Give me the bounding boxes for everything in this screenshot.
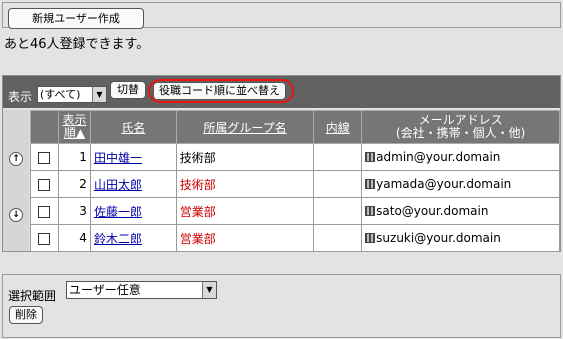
range-select[interactable]: ユーザー任意 ▼ (66, 281, 217, 299)
user-name-link[interactable]: 鈴木二郎 (94, 232, 142, 246)
row-extension (313, 224, 363, 252)
row-order: 4 (57, 224, 91, 252)
row-order: 2 (57, 170, 91, 198)
row-group: 営業部 (175, 224, 315, 252)
show-filter-select[interactable]: (すべて) ▼ (37, 86, 107, 103)
show-label: 表示 (8, 90, 33, 104)
group-column-header[interactable]: 所属グループ名 (175, 110, 315, 144)
select-column-header (30, 110, 59, 144)
move-up-icon[interactable]: ↑ (9, 152, 23, 166)
table-header-row: 表示順▲ 氏名 所属グループ名 内線 メールアドレス (会社・携帯・個人・他) (30, 110, 560, 144)
building-icon (365, 152, 376, 162)
bulk-action-panel: 選択範囲 ユーザー任意 ▼ 削除 (2, 274, 561, 338)
top-bar: 新規ユーザー作成 (2, 2, 561, 29)
user-name-link[interactable]: 山田太郎 (94, 178, 142, 192)
order-column-header[interactable]: 表示順▲ (57, 110, 91, 144)
building-icon (365, 233, 376, 243)
row-order: 3 (57, 197, 91, 225)
user-name-link[interactable]: 佐藤一郎 (94, 205, 142, 219)
row-email: suzuki@your.domain (376, 231, 501, 245)
building-icon (365, 206, 376, 216)
new-user-button[interactable]: 新規ユーザー作成 (8, 8, 144, 29)
remaining-count-text: あと46人登録できます。 (4, 37, 150, 52)
show-filter-value: (すべて) (40, 88, 81, 101)
list-toolbar: 表示 (すべて) ▼ 切替 役職コード順に並べ替え (3, 76, 560, 108)
row-extension (313, 197, 363, 225)
row-group: 技術部 (175, 170, 315, 198)
sort-by-position-button[interactable]: 役職コード順に並べ替え (153, 82, 286, 100)
range-value: ユーザー任意 (69, 283, 141, 297)
chevron-down-icon[interactable]: ▼ (92, 87, 106, 102)
row-extension (313, 143, 363, 171)
user-list-panel: 表示 (すべて) ▼ 切替 役職コード順に並べ替え ↑ ↓ 表示順▲ 氏名 所属… (2, 75, 561, 252)
row-checkbox[interactable] (38, 232, 51, 245)
building-icon (365, 179, 376, 189)
move-down-icon[interactable]: ↓ (9, 208, 23, 222)
email-column-header: メールアドレス (会社・携帯・個人・他) (361, 110, 560, 144)
table-row: 1 田中雄一 技術部 admin@your.domain (30, 143, 560, 171)
table-row: 4 鈴木二郎 営業部 suzuki@your.domain (30, 224, 560, 252)
row-extension (313, 170, 363, 198)
row-group: 営業部 (175, 197, 315, 225)
row-checkbox[interactable] (38, 205, 51, 218)
row-email: admin@your.domain (376, 150, 501, 164)
reorder-column: ↑ ↓ (3, 110, 29, 251)
row-checkbox[interactable] (38, 151, 51, 164)
row-email: yamada@your.domain (376, 177, 512, 191)
row-checkbox[interactable] (38, 178, 51, 191)
table-row: 3 佐藤一郎 営業部 sato@your.domain (30, 197, 560, 225)
name-column-header[interactable]: 氏名 (89, 110, 177, 144)
extension-column-header[interactable]: 内線 (313, 110, 363, 144)
user-name-link[interactable]: 田中雄一 (94, 151, 142, 165)
row-order: 1 (57, 143, 91, 171)
switch-button[interactable]: 切替 (110, 81, 146, 99)
user-table: 表示順▲ 氏名 所属グループ名 内線 メールアドレス (会社・携帯・個人・他) … (30, 110, 560, 252)
row-group: 技術部 (175, 143, 315, 171)
range-label: 選択範囲 (8, 289, 57, 303)
row-email: sato@your.domain (376, 204, 489, 218)
table-row: 2 山田太郎 技術部 yamada@your.domain (30, 170, 560, 198)
delete-button[interactable]: 削除 (9, 306, 43, 324)
chevron-down-icon[interactable]: ▼ (202, 282, 216, 298)
